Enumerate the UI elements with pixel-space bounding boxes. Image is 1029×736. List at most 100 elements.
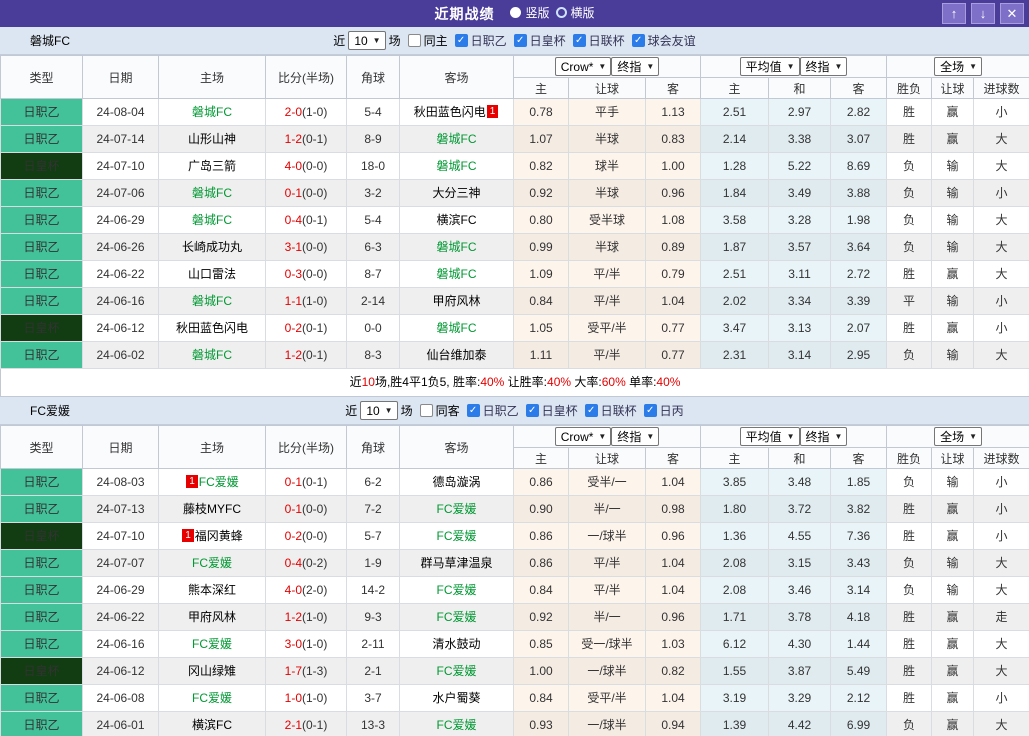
team-link[interactable]: 甲府风林	[432, 294, 480, 308]
avg-final-select[interactable]: 终指▼	[800, 57, 848, 76]
match-date: 24-06-29	[83, 207, 159, 234]
layout-radio-option[interactable]: 横版	[556, 4, 595, 21]
team-link[interactable]: 磐城FC	[192, 105, 232, 119]
fulltime-score: 0-2	[285, 321, 302, 335]
team-link[interactable]: 冈山绿雉	[188, 664, 236, 678]
league-checkbox[interactable]: ✓	[455, 34, 468, 47]
league-checkbox[interactable]: ✓	[526, 404, 539, 417]
match-row: 日职乙24-06-01横滨FC2-1(0-1)13-3FC爱媛0.93一/球半0…	[1, 712, 1029, 736]
fulltime-score: 2-0	[285, 105, 302, 119]
column-subheader: 客	[646, 78, 701, 99]
odds-final-select[interactable]: 终指▼	[611, 57, 659, 76]
match-row: 日皇杯24-06-12冈山绿雉1-7(1-3)2-1FC爱媛1.00一/球半0.…	[1, 658, 1029, 685]
sections-container: 磐城FC近10▼场同主✓日职乙✓日皇杯✓日联杯✓球会友谊类型日期主场比分(半场)…	[0, 27, 1029, 736]
team-link[interactable]: 磐城FC	[192, 186, 232, 200]
team-link[interactable]: 磐城FC	[437, 321, 477, 335]
team-link[interactable]: FC爱媛	[437, 583, 477, 597]
team-link[interactable]: 仙台维加泰	[426, 348, 486, 362]
team-link[interactable]: FC爱媛	[199, 475, 239, 489]
same-venue-checkbox[interactable]	[408, 34, 421, 47]
league-checkbox[interactable]: ✓	[644, 404, 657, 417]
result-winlose: 胜	[887, 604, 932, 631]
match-date: 24-06-16	[83, 631, 159, 658]
league-checkbox[interactable]: ✓	[632, 34, 645, 47]
layout-radio-selected[interactable]: 竖版	[510, 4, 549, 21]
team-link[interactable]: 熊本深红	[188, 583, 236, 597]
average-select[interactable]: 平均值▼	[740, 427, 800, 446]
league-checkbox[interactable]: ✓	[467, 404, 480, 417]
team-link[interactable]: 福冈黄蜂	[195, 529, 243, 543]
column-subheader: 主	[514, 78, 569, 99]
team-link[interactable]: 长崎成功丸	[182, 240, 242, 254]
league-checkbox[interactable]: ✓	[514, 34, 527, 47]
scroll-up-button[interactable]: ↑	[942, 3, 966, 24]
team-link[interactable]: 群马草津温泉	[420, 556, 492, 570]
team-link[interactable]: 横滨FC	[192, 718, 232, 732]
same-venue-checkbox[interactable]	[420, 404, 433, 417]
team-link[interactable]: 秋田蓝色闪电	[176, 321, 248, 335]
team-link[interactable]: FC爱媛	[437, 610, 477, 624]
team-link[interactable]: 磐城FC	[192, 213, 232, 227]
column-header: 日期	[83, 56, 159, 99]
team-link[interactable]: FC爱媛	[437, 664, 477, 678]
team-link[interactable]: 磐城FC	[437, 240, 477, 254]
team-link[interactable]: 磐城FC	[192, 348, 232, 362]
team-link[interactable]: 广岛三箭	[188, 159, 236, 173]
league-checkbox[interactable]: ✓	[585, 404, 598, 417]
team-link[interactable]: 大分三神	[432, 186, 480, 200]
competition-type-badge: 日职乙	[1, 261, 83, 288]
team-link[interactable]: 山口雷法	[188, 267, 236, 281]
avg-away: 3.82	[831, 496, 887, 523]
team-link[interactable]: FC爱媛	[437, 718, 477, 732]
column-subheader: 让球	[932, 448, 974, 469]
column-subheader: 胜负	[887, 78, 932, 99]
league-checkbox[interactable]: ✓	[573, 34, 586, 47]
odds-away: 0.98	[646, 496, 701, 523]
avg-final-select[interactable]: 终指▼	[800, 427, 848, 446]
team-link[interactable]: FC爱媛	[192, 637, 232, 651]
page-title: 近期战绩	[434, 4, 494, 24]
bookmaker-select[interactable]: Crow*▼	[555, 57, 612, 76]
games-count-select[interactable]: 10▼	[348, 31, 385, 50]
corner-score: 14-2	[347, 577, 400, 604]
team-link[interactable]: 德岛漩涡	[432, 475, 480, 489]
bookmaker-select[interactable]: Crow*▼	[555, 427, 612, 446]
competition-type-badge: 日职乙	[1, 180, 83, 207]
odds-handicap: 受平/半	[569, 685, 646, 712]
fulltime-select[interactable]: 全场▼	[934, 57, 982, 76]
team-link[interactable]: 山形山神	[188, 132, 236, 146]
team-link[interactable]: 磐城FC	[437, 132, 477, 146]
chevron-down-icon: ▼	[835, 62, 843, 71]
result-goals: 大	[974, 577, 1029, 604]
avg-final-select-value: 终指	[806, 428, 830, 445]
team-link[interactable]: 磐城FC	[437, 159, 477, 173]
halftime-score: (0-0)	[302, 240, 327, 254]
odds-home: 0.90	[514, 496, 569, 523]
team-link[interactable]: FC爱媛	[437, 529, 477, 543]
team-link[interactable]: FC爱媛	[437, 502, 477, 516]
scroll-down-button[interactable]: ↓	[971, 3, 995, 24]
avg-draw: 3.72	[769, 496, 831, 523]
avg-away: 3.14	[831, 577, 887, 604]
team-link[interactable]: 磐城FC	[192, 294, 232, 308]
team-link[interactable]: 藤枝MYFC	[183, 502, 241, 516]
score-cell: 3-1(0-0)	[266, 234, 347, 261]
fulltime-select[interactable]: 全场▼	[934, 427, 982, 446]
team-link[interactable]: 横滨FC	[437, 213, 477, 227]
games-count-select[interactable]: 10▼	[360, 401, 397, 420]
team-link[interactable]: FC爱媛	[192, 691, 232, 705]
odds-final-select[interactable]: 终指▼	[611, 427, 659, 446]
team-link[interactable]: 磐城FC	[437, 267, 477, 281]
close-button[interactable]: ✕	[1000, 3, 1024, 24]
odds-away: 0.82	[646, 658, 701, 685]
result-handicap: 赢	[932, 315, 974, 342]
team-link[interactable]: FC爱媛	[192, 556, 232, 570]
team-link[interactable]: 水户蜀葵	[432, 691, 480, 705]
team-link[interactable]: 甲府风林	[188, 610, 236, 624]
average-select[interactable]: 平均值▼	[740, 57, 800, 76]
team-link[interactable]: 秋田蓝色闪电	[414, 105, 486, 119]
avg-away: 1.44	[831, 631, 887, 658]
odds-away: 1.04	[646, 685, 701, 712]
team-link[interactable]: 清水鼓动	[432, 637, 480, 651]
odds-home: 1.09	[514, 261, 569, 288]
